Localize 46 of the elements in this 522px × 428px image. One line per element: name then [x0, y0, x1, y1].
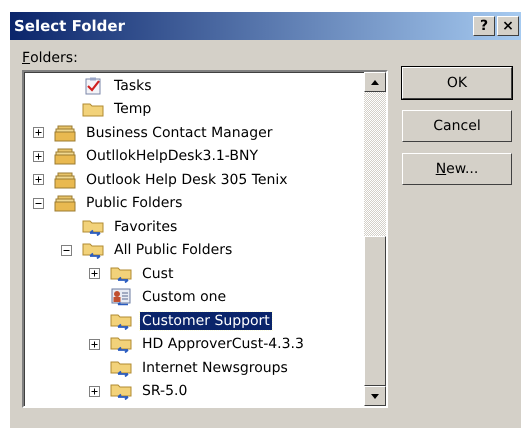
dialog-button[interactable]: New...	[402, 153, 512, 185]
folder-name[interactable]: Customer Support	[140, 312, 272, 330]
expand-icon[interactable]	[32, 174, 44, 186]
contact-card-icon	[110, 288, 132, 306]
window-title: Select Folder	[14, 17, 126, 35]
expand-icon[interactable]	[88, 338, 100, 350]
stacked-folders-icon	[54, 124, 76, 142]
shared-folder-icon	[110, 312, 132, 330]
folder-name[interactable]: OutllokHelpDesk3.1-BNY	[84, 147, 260, 166]
folder-name[interactable]: Public Folders	[84, 194, 184, 212]
shared-folder-icon	[110, 382, 132, 400]
collapse-icon[interactable]	[32, 198, 44, 209]
folder-name[interactable]: All Public Folders	[112, 241, 234, 260]
folder-name[interactable]: Temp	[112, 100, 154, 118]
folder-name[interactable]: Custom one	[140, 288, 228, 306]
shared-folder-icon	[82, 241, 104, 260]
folder-name[interactable]: Favorites	[112, 218, 180, 236]
folder-name[interactable]: Outlook Help Desk 305 Tenix	[84, 170, 290, 189]
folder-name[interactable]: Tasks	[112, 76, 154, 95]
stacked-folders-icon	[54, 147, 76, 166]
folder-name[interactable]: Cust	[140, 264, 176, 283]
expand-icon[interactable]	[32, 127, 44, 138]
dialog-button[interactable]: Cancel	[402, 110, 512, 142]
expand-icon[interactable]	[32, 150, 44, 162]
shared-folder-icon	[110, 358, 132, 377]
scrollbar-thumb[interactable]	[364, 236, 386, 386]
collapse-icon[interactable]	[60, 244, 72, 256]
shared-folder-icon	[110, 335, 132, 354]
stacked-folders-icon	[54, 194, 76, 212]
folder-name[interactable]: HD ApproverCust-4.3.3	[140, 335, 306, 354]
down-arrow-icon	[371, 394, 379, 398]
dialog-button[interactable]: OK	[402, 67, 512, 99]
folders-label: Folders:	[22, 49, 79, 68]
shared-folder-icon	[82, 218, 104, 236]
folder-name[interactable]: Business Contact Manager	[84, 124, 274, 142]
expand-icon[interactable]	[88, 268, 100, 280]
scroll-down-button[interactable]	[364, 386, 386, 406]
expand-icon[interactable]	[88, 386, 100, 397]
stacked-folders-icon	[54, 170, 76, 189]
help-button[interactable]: ?	[473, 16, 495, 36]
folder-name[interactable]: Internet Newsgroups	[140, 358, 290, 377]
up-arrow-icon	[371, 80, 379, 84]
shared-folder-icon	[110, 264, 132, 283]
scroll-up-button[interactable]	[364, 72, 386, 92]
folder-name[interactable]: SR-5.0	[140, 382, 190, 400]
close-button[interactable]: ×	[497, 16, 519, 36]
